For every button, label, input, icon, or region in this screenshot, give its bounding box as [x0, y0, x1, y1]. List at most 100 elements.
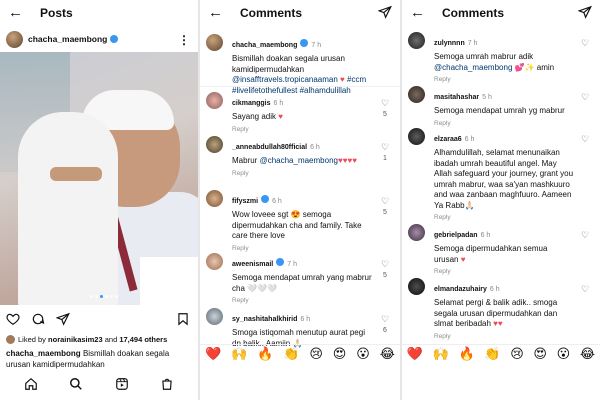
avatar[interactable]	[206, 136, 223, 153]
avatar[interactable]	[6, 30, 23, 48]
emoji-heart[interactable]: ❤️	[407, 347, 423, 362]
comment-like-icon[interactable]: ♡	[579, 134, 591, 145]
post-author[interactable]: chacha_maembong	[6, 30, 119, 48]
emoji-heart-eyes[interactable]: 😍	[333, 347, 347, 362]
avatar[interactable]	[408, 278, 425, 295]
reply-button[interactable]: Reply	[434, 76, 574, 83]
comment-like-icon[interactable]: ♡ 6	[379, 314, 391, 334]
woman-veil	[18, 112, 118, 305]
reply-button[interactable]: Reply	[434, 333, 574, 340]
comment-username[interactable]: chacha_maembong	[232, 42, 297, 49]
comment-like-icon[interactable]: ♡	[579, 230, 591, 241]
emoji-heart[interactable]: ❤️	[205, 347, 221, 362]
comment-like-icon[interactable]: ♡ 5	[379, 98, 391, 118]
emoji-laugh[interactable]: 😂	[580, 347, 595, 362]
mention-link[interactable]: @chacha_maembong	[260, 156, 338, 165]
reply-button[interactable]: Reply	[232, 126, 374, 133]
comment-username[interactable]: elmandazuhairy	[434, 286, 487, 293]
caption-username[interactable]: chacha_maembong	[6, 349, 81, 358]
comment-username[interactable]: sy_nashitahalkhirid	[232, 316, 297, 323]
reply-button[interactable]: Reply	[232, 297, 374, 304]
comment-like-icon[interactable]: ♡	[579, 38, 591, 49]
reply-button[interactable]: Reply	[232, 245, 374, 252]
woman-eyes	[50, 167, 102, 181]
mention-link[interactable]: @chacha_maembong	[434, 63, 512, 72]
back-arrow-icon[interactable]: ←	[410, 5, 425, 21]
emoji-clap[interactable]: 👏	[283, 347, 299, 362]
liked-by[interactable]: Liked by norainikasim23 and 17,494 other…	[6, 335, 196, 344]
comment-username[interactable]: _anneabdullah80fficial	[232, 144, 307, 151]
comments-panel-2: ← Comments mi zulynnnn7 h Semoga umrah m…	[402, 0, 600, 400]
post-actions	[6, 312, 70, 326]
comment-like-icon[interactable]: ♡	[579, 284, 591, 295]
liked-by-others[interactable]: 17,494 others	[119, 335, 167, 344]
avatar[interactable]	[206, 92, 223, 109]
reply-button[interactable]: Reply	[232, 170, 374, 177]
comments-header: ← Comments	[200, 0, 400, 26]
comment-like-icon[interactable]: ♡ 5	[379, 259, 391, 279]
emoji-heart-eyes[interactable]: 😍	[533, 347, 547, 362]
comment-username[interactable]: gebrielpadan	[434, 232, 478, 239]
avatar[interactable]	[206, 34, 223, 51]
comment-icon[interactable]	[31, 312, 45, 326]
comment-username[interactable]: fifyszmi	[232, 198, 258, 205]
comment-username[interactable]: zulynnnn	[434, 40, 465, 47]
comment-like-icon[interactable]: ♡ 5	[379, 196, 391, 216]
avatar[interactable]	[408, 128, 425, 145]
verified-badge-icon	[276, 257, 285, 266]
comment-like-icon[interactable]: ♡	[579, 92, 591, 103]
emoji-cry[interactable]: 😢	[510, 347, 524, 362]
bottom-nav	[0, 372, 198, 396]
emoji-raised-hands[interactable]: 🙌	[433, 347, 449, 362]
post-caption: chacha_maembong Bismillah doakan segala …	[6, 348, 194, 370]
share-icon[interactable]	[56, 312, 70, 326]
more-options-icon[interactable]: ⋮	[178, 33, 190, 47]
avatar[interactable]	[206, 190, 223, 207]
emoji-cry[interactable]: 😢	[309, 347, 323, 362]
back-arrow-icon[interactable]: ←	[208, 5, 223, 21]
liked-by-user[interactable]: norainikasim23	[48, 335, 103, 344]
comments-panel-1: ← Comments chacha_maembong 7 h Bismillah …	[200, 0, 400, 400]
emoji-surprised[interactable]: 😮	[557, 347, 571, 362]
shop-icon[interactable]	[160, 377, 174, 391]
emoji-clap[interactable]: 👏	[484, 347, 500, 362]
post-username[interactable]: chacha_maembong	[28, 34, 107, 44]
redaction-box	[140, 257, 198, 305]
comment-username[interactable]: cikmanggis	[232, 100, 271, 107]
emoji-reaction-bar: ❤️ 🙌 🔥 👏 😢 😍 😮 😂	[402, 344, 600, 364]
page-title: Comments	[442, 6, 505, 20]
reels-icon[interactable]	[115, 377, 129, 391]
like-icon[interactable]	[6, 312, 20, 326]
emoji-surprised[interactable]: 😮	[356, 347, 370, 362]
reply-button[interactable]: Reply	[434, 120, 574, 127]
reply-button[interactable]: Reply	[434, 268, 574, 275]
comment-username[interactable]: masitahashar	[434, 94, 479, 101]
avatar[interactable]	[206, 308, 223, 325]
comments-header: ← Comments	[402, 0, 600, 26]
post-header: ← Posts	[0, 0, 198, 26]
search-icon[interactable]	[69, 377, 83, 391]
avatar[interactable]	[408, 32, 425, 49]
post-image[interactable]	[0, 52, 198, 305]
comment-like-icon[interactable]: ♡ 1	[379, 142, 391, 162]
avatar[interactable]	[408, 86, 425, 103]
avatar[interactable]	[408, 224, 425, 241]
mention-link[interactable]: @insafftravels.tropicanaaman	[232, 75, 338, 84]
bookmark-icon[interactable]	[176, 312, 190, 326]
comment-username[interactable]: elzaraa6	[434, 136, 462, 143]
back-arrow-icon[interactable]: ←	[8, 5, 23, 21]
home-icon[interactable]	[24, 377, 38, 391]
send-icon[interactable]	[578, 5, 592, 19]
emoji-fire[interactable]: 🔥	[257, 347, 273, 362]
verified-badge-icon	[261, 194, 270, 203]
emoji-raised-hands[interactable]: 🙌	[231, 347, 247, 362]
emoji-laugh[interactable]: 😂	[380, 347, 395, 362]
avatar[interactable]	[206, 253, 223, 270]
page-title: Posts	[40, 6, 73, 20]
emoji-fire[interactable]: 🔥	[459, 347, 475, 362]
emoji-reaction-bar: ❤️ 🙌 🔥 👏 😢 😍 😮 😂	[200, 344, 400, 364]
comment-username[interactable]: aweenismail	[232, 261, 273, 268]
reply-button[interactable]: Reply	[434, 214, 574, 221]
comment-time: 7 h	[311, 42, 322, 49]
send-icon[interactable]	[378, 5, 392, 19]
